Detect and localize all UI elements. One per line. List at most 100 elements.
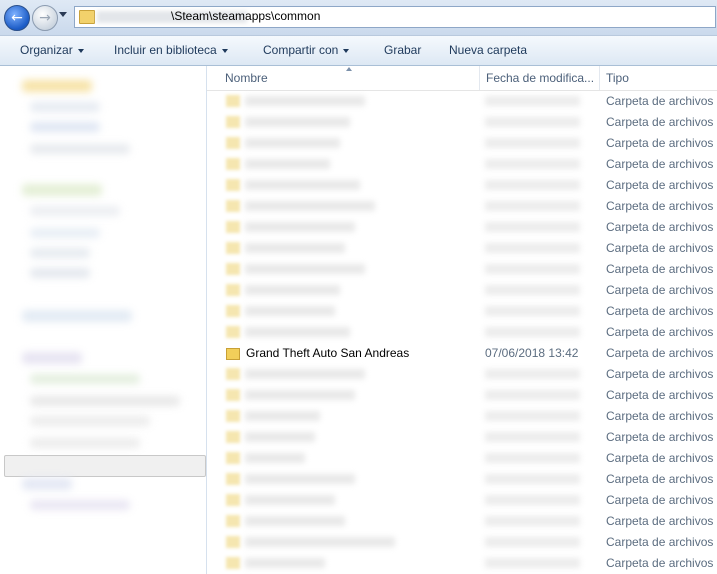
redacted-file-name (245, 390, 355, 400)
file-type: Carpeta de archivos (606, 367, 714, 381)
back-button[interactable]: ← (4, 5, 30, 31)
file-type: Carpeta de archivos (606, 115, 714, 129)
navigation-pane[interactable] (0, 66, 207, 574)
file-list[interactable]: Nombre Fecha de modifica... Tipo Carpeta… (207, 66, 717, 574)
file-row[interactable]: Carpeta de archivos (207, 238, 717, 259)
sort-ascending-icon (346, 67, 352, 71)
file-type: Carpeta de archivos (606, 157, 714, 171)
redacted-file-date (485, 369, 580, 379)
file-type: Carpeta de archivos (606, 199, 714, 213)
redacted-file-name (245, 558, 325, 568)
column-header-name[interactable]: Nombre (225, 71, 268, 85)
forward-button[interactable]: → (32, 5, 58, 31)
folder-icon (226, 368, 240, 380)
horizontal-scrollbar[interactable] (4, 455, 206, 477)
file-row[interactable]: Carpeta de archivos (207, 154, 717, 175)
file-row[interactable]: Carpeta de archivos (207, 469, 717, 490)
column-header-date[interactable]: Fecha de modifica... (486, 71, 594, 85)
command-bar: Organizar Incluir en biblioteca Comparti… (0, 36, 717, 66)
address-field[interactable]: \Steam\steamapps\common (74, 6, 716, 28)
file-type: Carpeta de archivos (606, 94, 714, 108)
new-folder-button[interactable]: Nueva carpeta (449, 43, 527, 57)
file-row[interactable]: Carpeta de archivos (207, 196, 717, 217)
redacted-file-date (485, 243, 580, 253)
column-header-type[interactable]: Tipo (606, 71, 629, 85)
redacted-nav-item (30, 438, 140, 448)
file-row[interactable]: Carpeta de archivos (207, 490, 717, 511)
column-divider[interactable] (599, 66, 600, 90)
share-with-button[interactable]: Compartir con (263, 43, 350, 57)
include-library-label: Incluir en biblioteca (114, 43, 217, 57)
folder-icon (226, 95, 240, 107)
folder-icon (226, 305, 240, 317)
file-type: Carpeta de archivos (606, 451, 714, 465)
redacted-file-name (245, 243, 345, 253)
chevron-down-icon (343, 48, 350, 53)
file-row[interactable]: Carpeta de archivos (207, 175, 717, 196)
redacted-nav-item (30, 206, 120, 216)
folder-icon (226, 242, 240, 254)
redacted-file-date (485, 390, 580, 400)
file-row[interactable]: Carpeta de archivos (207, 385, 717, 406)
file-row[interactable]: Carpeta de archivos (207, 133, 717, 154)
file-row[interactable]: Carpeta de archivos (207, 217, 717, 238)
redacted-nav-item (30, 500, 130, 510)
redacted-nav-item (22, 352, 82, 364)
file-row[interactable]: Carpeta de archivos (207, 427, 717, 448)
redacted-nav-item (22, 478, 72, 490)
folder-icon (226, 473, 240, 485)
folder-icon (226, 536, 240, 548)
redacted-file-date (485, 474, 580, 484)
burn-label: Grabar (384, 43, 422, 57)
redacted-file-name (245, 159, 330, 169)
file-type: Carpeta de archivos (606, 493, 714, 507)
column-divider[interactable] (479, 66, 480, 90)
file-row[interactable]: Carpeta de archivos (207, 511, 717, 532)
folder-icon (226, 494, 240, 506)
redacted-file-name (245, 474, 355, 484)
file-row[interactable]: Carpeta de archivos (207, 364, 717, 385)
organize-button[interactable]: Organizar (20, 43, 84, 57)
include-library-button[interactable]: Incluir en biblioteca (114, 43, 228, 57)
burn-button[interactable]: Grabar (384, 43, 421, 57)
file-type: Carpeta de archivos (606, 346, 714, 360)
file-type: Carpeta de archivos (606, 136, 714, 150)
file-row[interactable]: Grand Theft Auto San Andreas 07/06/2018 1… (207, 343, 717, 364)
redacted-nav-item (30, 144, 130, 154)
redacted-nav-item (30, 396, 180, 406)
file-row[interactable]: Carpeta de archivos (207, 112, 717, 133)
file-row[interactable]: Carpeta de archivos (207, 448, 717, 469)
file-type: Carpeta de archivos (606, 241, 714, 255)
redacted-file-date (485, 537, 580, 547)
file-row[interactable]: Carpeta de archivos (207, 280, 717, 301)
file-type: Carpeta de archivos (606, 535, 714, 549)
redacted-nav-item (22, 184, 102, 196)
file-type: Carpeta de archivos (606, 262, 714, 276)
file-row[interactable]: Carpeta de archivos (207, 91, 717, 112)
file-row[interactable]: Carpeta de archivos (207, 532, 717, 553)
arrow-left-icon: ← (11, 10, 23, 26)
file-row[interactable]: Carpeta de archivos (207, 406, 717, 427)
redacted-file-name (245, 264, 365, 274)
file-type: Carpeta de archivos (606, 430, 714, 444)
file-row[interactable]: Carpeta de archivos (207, 322, 717, 343)
redacted-nav-item (22, 310, 132, 322)
new-folder-label: Nueva carpeta (449, 43, 528, 57)
redacted-file-date (485, 138, 580, 148)
file-type: Carpeta de archivos (606, 514, 714, 528)
file-row[interactable]: Carpeta de archivos (207, 553, 717, 574)
folder-icon (226, 158, 240, 170)
folder-icon (226, 263, 240, 275)
file-row[interactable]: Carpeta de archivos (207, 301, 717, 322)
redacted-file-name (245, 180, 360, 190)
redacted-file-name (245, 495, 335, 505)
file-row[interactable]: Carpeta de archivos (207, 259, 717, 280)
recent-locations-chevron-down-icon[interactable] (59, 12, 67, 17)
folder-icon (226, 326, 240, 338)
file-type: Carpeta de archivos (606, 388, 714, 402)
redacted-file-name (245, 306, 335, 316)
redacted-file-name (245, 138, 340, 148)
arrow-right-icon: → (39, 10, 51, 26)
file-type: Carpeta de archivos (606, 325, 714, 339)
organize-label: Organizar (20, 43, 73, 57)
